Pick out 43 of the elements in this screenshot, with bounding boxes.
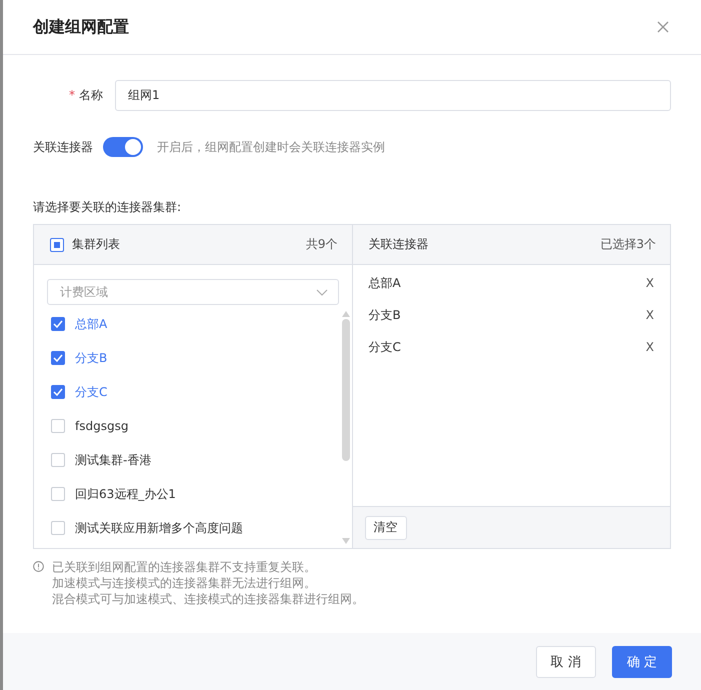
- select-all-checkbox[interactable]: [50, 238, 64, 252]
- cancel-button[interactable]: 取 消: [536, 646, 596, 678]
- confirm-button[interactable]: 确 定: [612, 646, 672, 678]
- remove-button[interactable]: X: [646, 276, 654, 290]
- toggle-switch[interactable]: [103, 137, 143, 157]
- scroll-down-icon[interactable]: [342, 538, 350, 544]
- checkbox[interactable]: [51, 487, 65, 501]
- checkbox[interactable]: [51, 317, 65, 331]
- cluster-item[interactable]: 测试集群-香港: [51, 443, 340, 477]
- checkbox[interactable]: [51, 351, 65, 365]
- checkbox[interactable]: [51, 453, 65, 467]
- chevron-down-icon: [316, 288, 328, 296]
- checkbox[interactable]: [51, 521, 65, 535]
- pane-title: 关联连接器: [368, 236, 428, 253]
- selected-item: 分支C: [368, 338, 401, 356]
- toggle-label: 关联连接器: [33, 138, 93, 156]
- note-text: 已关联到组网配置的连接器集群不支持重复关联。: [52, 559, 317, 575]
- cluster-item[interactable]: fsdgsgsg: [51, 409, 340, 443]
- cluster-item[interactable]: 分支C: [51, 375, 340, 409]
- cluster-item[interactable]: 测试关联应用新增多个高度问题: [51, 511, 340, 545]
- selected-item: 总部A: [368, 274, 401, 292]
- pane-title: 集群列表: [72, 236, 120, 253]
- remove-button[interactable]: X: [646, 308, 654, 322]
- dialog-title: 创建组网配置: [33, 16, 129, 38]
- toggle-hint: 开启后，组网配置创建时会关联连接器实例: [157, 138, 385, 156]
- selected-count: 已选择3个: [600, 236, 656, 253]
- name-input[interactable]: 组网1: [115, 80, 671, 111]
- cluster-item[interactable]: 分支B: [51, 341, 340, 375]
- section-label: 请选择要关联的连接器集群:: [33, 199, 182, 216]
- clear-button[interactable]: 清空: [364, 516, 406, 540]
- remove-button[interactable]: X: [646, 340, 654, 354]
- note-text: 混合模式可与加速模式、连接模式的连接器集群进行组网。: [52, 591, 364, 607]
- selected-item: 分支B: [368, 306, 401, 324]
- checkbox[interactable]: [51, 385, 65, 399]
- close-icon[interactable]: [657, 21, 669, 33]
- cluster-item[interactable]: 总部A: [51, 307, 340, 341]
- name-label: * 名称: [68, 87, 104, 104]
- scroll-up-icon[interactable]: [342, 311, 350, 317]
- cluster-item[interactable]: 回归63远程_办公1: [51, 477, 340, 511]
- checkbox[interactable]: [51, 419, 65, 433]
- info-icon: [33, 561, 44, 572]
- item-count: 共9个: [306, 236, 338, 253]
- note-text: 加速模式与连接模式的连接器集群无法进行组网。: [52, 575, 317, 591]
